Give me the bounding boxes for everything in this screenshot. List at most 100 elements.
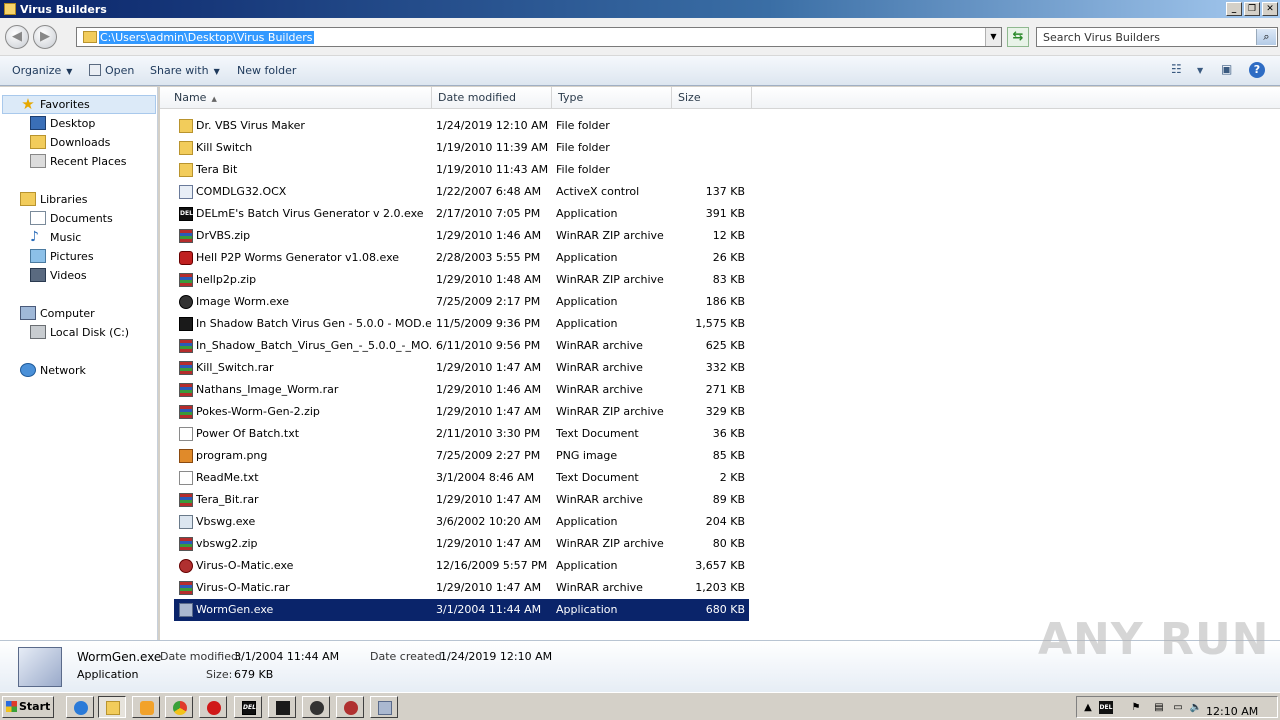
watermark: ANY RUN bbox=[1038, 614, 1270, 665]
file-name: DELmE's Batch Virus Generator v 2.0.exe bbox=[196, 207, 424, 220]
file-row[interactable]: Power Of Batch.txt 2/11/2010 3:30 PM Text … bbox=[160, 423, 745, 445]
nav-item-computer[interactable]: Computer bbox=[20, 304, 95, 322]
file-row[interactable]: ReadMe.txt 3/1/2004 8:46 AM Text Document 2… bbox=[160, 467, 745, 489]
details-size-label: Size: bbox=[206, 668, 233, 681]
txt-icon bbox=[179, 471, 193, 485]
nav-item-music[interactable]: ♪ Music bbox=[30, 228, 81, 246]
file-row[interactable]: In_Shadow_Batch_Virus_Gen_-_5.0.0_-_MO..… bbox=[160, 335, 745, 357]
file-type: Text Document bbox=[556, 471, 639, 484]
open-button[interactable]: Open bbox=[89, 64, 134, 77]
taskbar-wormgen[interactable] bbox=[370, 696, 398, 718]
nav-item-desktop[interactable]: Desktop bbox=[30, 114, 95, 132]
file-type: Application bbox=[556, 317, 618, 330]
start-button[interactable]: Start bbox=[2, 696, 54, 718]
file-date: 7/25/2009 2:27 PM bbox=[436, 449, 541, 462]
file-name: Image Worm.exe bbox=[196, 295, 289, 308]
nav-label: Downloads bbox=[50, 135, 111, 149]
file-row[interactable]: Tera_Bit.rar 1/29/2010 1:47 AM WinRAR arch… bbox=[160, 489, 745, 511]
nav-item-favorites[interactable]: ★ Favorites bbox=[20, 95, 89, 113]
file-name: Virus-O-Matic.rar bbox=[196, 581, 290, 594]
clock[interactable]: 12:10 AM bbox=[1206, 705, 1258, 718]
file-row[interactable]: Kill_Switch.rar 1/29/2010 1:47 AM WinRAR a… bbox=[160, 357, 745, 379]
command-bar: Organize ▼ Open Share with ▼ New folder ☷ … bbox=[0, 56, 1280, 86]
search-icon[interactable]: ⌕ bbox=[1256, 29, 1276, 45]
nav-item-videos[interactable]: Videos bbox=[30, 266, 87, 284]
taskbar-image-worm[interactable] bbox=[302, 696, 330, 718]
nav-item-recent-places[interactable]: Recent Places bbox=[30, 152, 127, 170]
ocx-icon bbox=[179, 185, 193, 199]
show-hidden-icons-icon[interactable]: ▲ bbox=[1081, 701, 1095, 714]
taskbar-delme-generator[interactable]: DEL bbox=[234, 696, 262, 718]
nav-item-pictures[interactable]: Pictures bbox=[30, 247, 94, 265]
view-options-icon[interactable]: ☷ bbox=[1171, 62, 1182, 76]
file-row[interactable]: vbswg2.zip 1/29/2010 1:47 AM WinRAR ZIP ar… bbox=[160, 533, 745, 555]
rar-icon bbox=[179, 537, 193, 551]
file-row[interactable]: Pokes-Worm-Gen-2.zip 1/29/2010 1:47 AM Win… bbox=[160, 401, 745, 423]
file-row[interactable]: Hell P2P Worms Generator v1.08.exe 2/28/2… bbox=[160, 247, 745, 269]
file-row[interactable]: Virus-O-Matic.exe 12/16/2009 5:57 PM Appli… bbox=[160, 555, 745, 577]
taskbar-virus-o-matic[interactable] bbox=[336, 696, 364, 718]
file-date: 1/19/2010 11:39 AM bbox=[436, 141, 549, 154]
restore-button[interactable]: ❐ bbox=[1244, 2, 1260, 16]
column-header-date[interactable]: Date modified bbox=[432, 87, 552, 109]
nav-label: Network bbox=[40, 363, 86, 377]
file-row[interactable]: In Shadow Batch Virus Gen - 5.0.0 - MOD.… bbox=[160, 313, 745, 335]
file-row[interactable]: DEL DELmE's Batch Virus Generator v 2.0.e… bbox=[160, 203, 745, 225]
help-icon[interactable]: ? bbox=[1249, 62, 1265, 78]
taskbar-ie[interactable] bbox=[66, 696, 94, 718]
nav-item-local-disk[interactable]: Local Disk (C:) bbox=[30, 323, 129, 341]
column-header-size[interactable]: Size bbox=[672, 87, 752, 109]
file-row[interactable]: Kill Switch 1/19/2010 11:39 AM File folder bbox=[160, 137, 735, 159]
chevron-down-icon[interactable]: ▼ bbox=[985, 28, 1001, 46]
file-type: Application bbox=[556, 207, 618, 220]
new-folder-button[interactable]: New folder bbox=[237, 64, 296, 77]
file-row[interactable]: WormGen.exe 3/1/2004 11:44 AM Application 6… bbox=[174, 599, 749, 621]
volume-icon[interactable]: 🔈 bbox=[1189, 701, 1203, 714]
file-row[interactable]: Virus-O-Matic.rar 1/29/2010 1:47 AM WinRAR… bbox=[160, 577, 745, 599]
column-header-name[interactable]: Name ▲ bbox=[168, 87, 432, 109]
address-row: ◀ ▶ C:\Users\admin\Desktop\Virus Builder… bbox=[0, 18, 1280, 56]
file-row[interactable]: program.png 7/25/2009 2:27 PM PNG image 85 … bbox=[160, 445, 745, 467]
organize-button[interactable]: Organize ▼ bbox=[12, 64, 72, 77]
share-with-button[interactable]: Share with ▼ bbox=[150, 64, 220, 77]
file-row[interactable]: hellp2p.zip 1/29/2010 1:48 AM WinRAR ZIP a… bbox=[160, 269, 745, 291]
bottle-icon bbox=[276, 701, 290, 715]
search-input[interactable]: Search Virus Builders ⌕ bbox=[1036, 27, 1278, 47]
column-label: Size bbox=[678, 91, 701, 104]
nav-item-libraries[interactable]: Libraries bbox=[20, 190, 88, 208]
taskbar-in-shadow[interactable] bbox=[268, 696, 296, 718]
file-row[interactable]: COMDLG32.OCX 1/22/2007 6:48 AM ActiveX con… bbox=[160, 181, 745, 203]
taskbar-media-player[interactable] bbox=[132, 696, 160, 718]
column-header-type[interactable]: Type bbox=[552, 87, 672, 109]
flag-icon[interactable]: ⚑ bbox=[1129, 701, 1143, 714]
nav-item-documents[interactable]: Documents bbox=[30, 209, 113, 227]
delme-tray-icon[interactable]: DEL bbox=[1099, 701, 1113, 714]
preview-pane-icon[interactable]: ▣ bbox=[1221, 62, 1232, 76]
computer-icon bbox=[20, 306, 36, 320]
chevron-down-icon[interactable]: ▼ bbox=[1197, 66, 1203, 75]
monitor-icon[interactable]: ▭ bbox=[1171, 701, 1185, 714]
file-row[interactable]: Image Worm.exe 7/25/2009 2:17 PM Applicati… bbox=[160, 291, 745, 313]
taskbar-chrome[interactable] bbox=[165, 696, 193, 718]
folder-icon bbox=[179, 141, 193, 155]
file-row[interactable]: Tera Bit 1/19/2010 11:43 AM File folder bbox=[160, 159, 735, 181]
file-name: Dr. VBS Virus Maker bbox=[196, 119, 305, 132]
file-row[interactable]: Nathans_Image_Worm.rar 1/29/2010 1:46 AM W… bbox=[160, 379, 745, 401]
back-button[interactable]: ◀ bbox=[5, 25, 29, 49]
file-row[interactable]: Dr. VBS Virus Maker 1/24/2019 12:10 AM Fil… bbox=[160, 115, 735, 137]
nav-item-downloads[interactable]: Downloads bbox=[30, 133, 110, 151]
taskbar-opera[interactable] bbox=[199, 696, 227, 718]
forward-button[interactable]: ▶ bbox=[33, 25, 57, 49]
taskbar-explorer[interactable] bbox=[98, 696, 126, 718]
network-tray-icon[interactable]: ▤ bbox=[1152, 701, 1166, 714]
close-button[interactable]: ✕ bbox=[1262, 2, 1278, 16]
navigation-pane: ★ Favorites Desktop Downloads Recent Plac… bbox=[0, 87, 158, 640]
nav-item-network[interactable]: Network bbox=[20, 361, 86, 379]
minimize-button[interactable]: _ bbox=[1226, 2, 1242, 16]
file-row[interactable]: DrVBS.zip 1/29/2010 1:46 AM WinRAR ZIP arc… bbox=[160, 225, 745, 247]
file-row[interactable]: Vbswg.exe 3/6/2002 10:20 AM Application 204… bbox=[160, 511, 745, 533]
new-folder-label: New folder bbox=[237, 64, 297, 77]
refresh-button[interactable]: ⇆ bbox=[1007, 27, 1029, 47]
address-bar[interactable]: C:\Users\admin\Desktop\Virus Builders ▼ bbox=[76, 27, 1002, 47]
address-path[interactable]: C:\Users\admin\Desktop\Virus Builders bbox=[99, 31, 314, 44]
